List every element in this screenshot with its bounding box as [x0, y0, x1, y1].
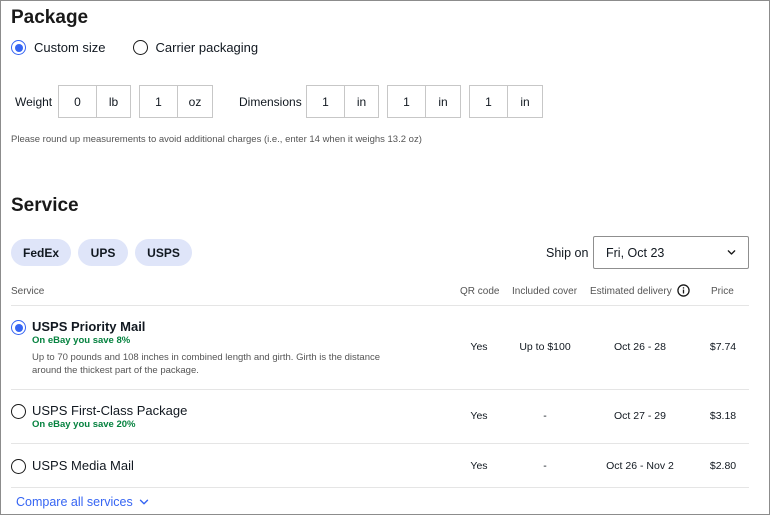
dimensions-label: Dimensions [239, 95, 302, 109]
weight-lb-unit: lb [96, 85, 131, 118]
measurement-hint: Please round up measurements to avoid ad… [11, 134, 422, 145]
service-name: USPS Priority Mail [32, 319, 146, 334]
carrier-chip-usps[interactable]: USPS [135, 239, 192, 266]
weight-oz-unit: oz [177, 85, 213, 118]
width-unit: in [425, 85, 461, 118]
weight-label: Weight [15, 95, 53, 109]
delivery-value: Oct 27 - 29 [614, 410, 666, 422]
length-unit: in [344, 85, 379, 118]
col-price: Price [711, 286, 734, 297]
radio-selected-icon[interactable] [11, 40, 26, 55]
ship-on-select[interactable]: Fri, Oct 23 [593, 236, 749, 269]
carrier-filters: FedEx UPS USPS [11, 239, 192, 266]
delivery-value: Oct 26 - Nov 2 [606, 460, 674, 472]
height-unit: in [507, 85, 543, 118]
cover-value: Up to $100 [519, 341, 571, 353]
service-name: USPS First-Class Package [32, 403, 188, 418]
col-included-cover: Included cover [512, 286, 578, 297]
carrier-packaging-option[interactable]: Carrier packaging [156, 40, 259, 55]
custom-size-option[interactable]: Custom size [34, 40, 106, 55]
width-input[interactable]: 1 [387, 85, 425, 118]
col-estimated-delivery-label: Estimated delivery [590, 286, 672, 298]
length-input[interactable]: 1 [306, 85, 344, 118]
chevron-down-icon [727, 250, 736, 255]
savings-text: On eBay you save 8% [32, 335, 131, 346]
price-value: $7.74 [709, 341, 737, 353]
radio-unselected-icon[interactable] [132, 40, 148, 55]
weight-lb-input[interactable]: 0 [58, 85, 96, 118]
qr-code-value: Yes [470, 460, 488, 472]
ship-on-label: Ship on [546, 246, 589, 260]
divider [11, 305, 749, 306]
height-input[interactable]: 1 [469, 85, 507, 118]
service-heading: Service [11, 195, 79, 216]
compare-link-label: Compare all services [16, 495, 133, 509]
weight-oz-input[interactable]: 1 [139, 85, 177, 118]
savings-text: On eBay you save 20% [32, 419, 136, 430]
divider [11, 389, 749, 390]
chevron-down-icon [139, 499, 148, 505]
service-name: USPS Media Mail [32, 458, 134, 473]
carrier-chip-fedex[interactable]: FedEx [11, 239, 71, 266]
divider [11, 487, 749, 488]
cover-value: - [543, 460, 547, 472]
shipping-panel: Package Custom size Carrier packaging We… [0, 0, 770, 515]
package-type-options: Custom size Carrier packaging [11, 40, 285, 55]
radio-unselected-icon[interactable] [11, 459, 26, 474]
col-service: Service [11, 286, 45, 297]
col-qr-code: QR code [460, 286, 500, 297]
carrier-chip-ups[interactable]: UPS [78, 239, 128, 266]
delivery-value: Oct 26 - 28 [614, 341, 666, 353]
info-icon[interactable] [677, 284, 691, 297]
radio-selected-icon[interactable] [11, 320, 26, 335]
cover-value: - [543, 410, 547, 422]
ship-on-value: Fri, Oct 23 [606, 245, 665, 260]
qr-code-value: Yes [470, 410, 488, 422]
col-estimated-delivery: Estimated delivery [590, 284, 691, 298]
service-description: Up to 70 pounds and 108 inches in combin… [32, 352, 381, 376]
measurements-row: Weight 0 lb 1 oz Dimensions 1 in 1 in 1 … [1, 85, 769, 118]
qr-code-value: Yes [470, 341, 488, 353]
compare-all-services-link[interactable]: Compare all services [16, 495, 149, 509]
package-heading: Package [11, 7, 89, 28]
divider [11, 443, 749, 444]
price-value: $3.18 [709, 410, 737, 422]
price-value: $2.80 [709, 460, 737, 472]
radio-unselected-icon[interactable] [11, 404, 26, 419]
